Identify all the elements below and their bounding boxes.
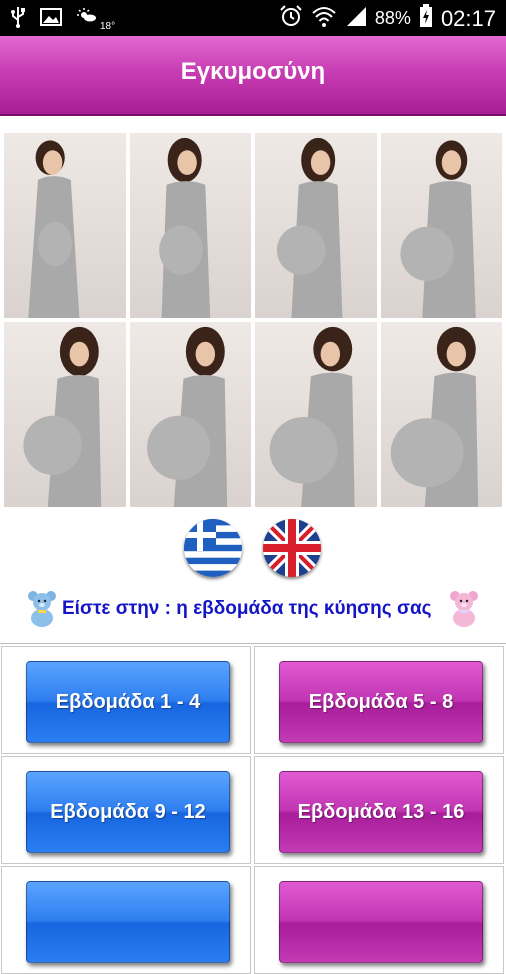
pregnancy-photo [255, 133, 377, 318]
pregnancy-photo [255, 322, 377, 507]
blue-teddy-bear-icon [22, 588, 62, 628]
week-cell: Εβδομάδα 1 - 4 [1, 646, 251, 754]
week-cell: Εβδομάδα 5 - 8 [254, 646, 504, 754]
week-5-8-button[interactable]: Εβδομάδα 5 - 8 [279, 661, 483, 743]
weather-icon [76, 7, 98, 32]
wifi-icon [311, 4, 337, 33]
pregnancy-photo [380, 322, 502, 507]
pregnancy-photo [129, 322, 251, 507]
week-17-20-button[interactable] [26, 881, 230, 963]
week-1-4-button[interactable]: Εβδομάδα 1 - 4 [26, 661, 230, 743]
week-cell: Εβδομάδα 13 - 16 [254, 756, 504, 864]
pregnancy-photo [129, 133, 251, 318]
pink-teddy-bear-icon [444, 588, 484, 628]
battery-percent: 88% [374, 8, 411, 28]
language-selector [0, 519, 506, 579]
week-cell: Εβδομάδα 9 - 12 [1, 756, 251, 864]
alarm-icon [279, 4, 303, 33]
week-cell [1, 866, 251, 974]
signal-icon [345, 5, 367, 32]
clock-time: 02:17 [440, 5, 496, 31]
status-right: 88% 02:17 [279, 4, 496, 33]
greek-flag-icon[interactable] [184, 519, 242, 577]
current-week-text: Είστε στην : η εβδομάδα της κύησης σας [62, 598, 432, 619]
week-cell [254, 866, 504, 974]
status-bar: 18° 88% 02:17 [0, 0, 506, 36]
pregnancy-photo [380, 133, 502, 318]
page-title: Εγκυμοσύνη [180, 58, 326, 85]
uk-flag-icon[interactable] [263, 519, 321, 577]
current-week-banner: Είστε στην : η εβδομάδα της κύησης σας [0, 588, 506, 630]
temperature-text: 18° [100, 21, 116, 32]
usb-icon [10, 6, 26, 33]
week-13-16-button[interactable]: Εβδομάδα 13 - 16 [279, 771, 483, 853]
app-header: Εγκυμοσύνη [0, 36, 506, 116]
image-icon [40, 7, 62, 32]
pregnancy-photo [4, 322, 126, 507]
pregnancy-photo [4, 133, 126, 318]
week-9-12-button[interactable]: Εβδομάδα 9 - 12 [26, 771, 230, 853]
battery-icon [419, 4, 433, 33]
week-21-24-button[interactable] [279, 881, 483, 963]
week-buttons-grid: Εβδομάδα 1 - 4 Εβδομάδα 5 - 8 Εβδομάδα 9… [0, 643, 506, 974]
pregnancy-photo-gallery [4, 133, 502, 507]
status-left: 18° [10, 6, 115, 33]
